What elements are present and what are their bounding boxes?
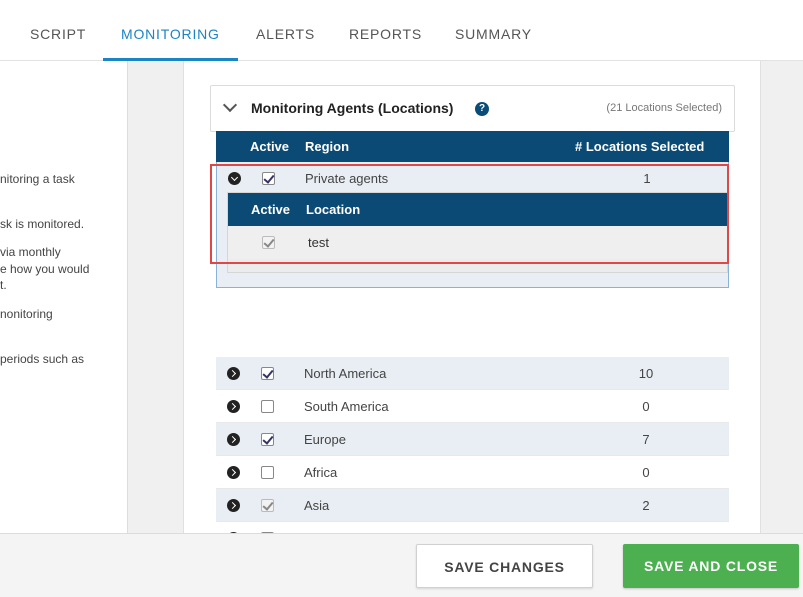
region-count: 1	[643, 171, 651, 186]
help-text-line: e how you would	[0, 262, 90, 276]
region-count: 0	[642, 399, 650, 414]
column-header-region: Region	[305, 139, 350, 154]
column-header-count: # Locations Selected	[575, 139, 705, 154]
private-agents-locations: Active Location test	[227, 192, 729, 273]
location-checkbox[interactable]	[262, 236, 275, 249]
expand-icon[interactable]	[227, 499, 240, 512]
table-row: Africa 0	[216, 456, 729, 489]
expand-icon[interactable]	[227, 466, 240, 479]
tab-bar: SCRIPT MONITORING ALERTS REPORTS SUMMARY	[0, 0, 803, 61]
locations-selected-summary: (21 Locations Selected)	[606, 102, 722, 114]
chevron-down-icon[interactable]	[222, 97, 238, 113]
table-row: South America 0	[216, 390, 729, 423]
region-checkbox[interactable]	[262, 172, 275, 185]
tab-alerts[interactable]: ALERTS	[256, 0, 315, 61]
region-count: 10	[638, 366, 654, 381]
region-checkbox[interactable]	[261, 367, 274, 380]
region-name: North America	[304, 366, 387, 381]
region-checkbox[interactable]	[261, 466, 274, 479]
tab-monitoring[interactable]: MONITORING	[103, 0, 238, 61]
region-count: 7	[642, 432, 650, 447]
table-row: Asia 2	[216, 489, 729, 522]
help-text-line: nonitoring	[0, 307, 53, 321]
region-count: 2	[642, 498, 650, 513]
footer-bar: SAVE CHANGES SAVE AND CLOSE	[0, 533, 803, 597]
help-sidebar: nitoring a task sk is monitored. via mon…	[0, 61, 128, 533]
region-checkbox[interactable]	[261, 499, 274, 512]
help-icon[interactable]: ?	[475, 102, 489, 116]
help-text-line: sk is monitored.	[0, 217, 85, 231]
monitoring-content: Monitoring Agents (Locations) ? (21 Loca…	[183, 61, 761, 533]
table-row: Private agents 1	[217, 162, 730, 195]
region-name: Africa	[304, 465, 338, 480]
region-name: South America	[304, 399, 389, 414]
panel-title: Monitoring Agents (Locations)	[251, 100, 454, 116]
column-header-active: Active	[250, 139, 290, 154]
help-text-line: nitoring a task	[0, 172, 75, 186]
table-header: Active Region # Locations Selected	[216, 131, 729, 162]
help-text-line: via monthly	[0, 245, 61, 259]
region-checkbox[interactable]	[261, 400, 274, 413]
table-row: Europe 7	[216, 423, 729, 456]
location-name: test	[308, 235, 329, 250]
expand-icon[interactable]	[227, 433, 240, 446]
help-text-line: periods such as	[0, 352, 85, 366]
expand-icon[interactable]	[227, 400, 240, 413]
help-text-line: t.	[0, 278, 7, 292]
monitoring-agents-panel-header[interactable]: Monitoring Agents (Locations) ? (21 Loca…	[210, 85, 735, 132]
region-count: 0	[642, 465, 650, 480]
save-and-close-button[interactable]: SAVE AND CLOSE	[623, 544, 799, 588]
sub-column-header-location: Location	[306, 202, 361, 217]
collapse-icon[interactable]	[228, 172, 241, 185]
region-checkbox[interactable]	[261, 433, 274, 446]
sub-column-header-active: Active	[251, 202, 291, 217]
region-name: Asia	[304, 498, 330, 513]
expanded-region-private-agents: Private agents 1 Active Location test	[216, 162, 729, 288]
location-row: test	[228, 226, 729, 259]
tab-reports[interactable]: REPORTS	[349, 0, 422, 61]
regions-table: Active Region # Locations Selected Priva…	[216, 131, 729, 533]
region-name: Europe	[304, 432, 346, 447]
tab-script[interactable]: SCRIPT	[30, 0, 86, 61]
sub-table-header: Active Location	[228, 193, 729, 226]
save-changes-button[interactable]: SAVE CHANGES	[416, 544, 593, 588]
table-row: Australia0	[216, 522, 729, 533]
expand-icon[interactable]	[227, 367, 240, 380]
table-row: North America 10	[216, 357, 729, 390]
region-name: Private agents	[305, 171, 389, 186]
tab-summary[interactable]: SUMMARY	[455, 0, 532, 61]
